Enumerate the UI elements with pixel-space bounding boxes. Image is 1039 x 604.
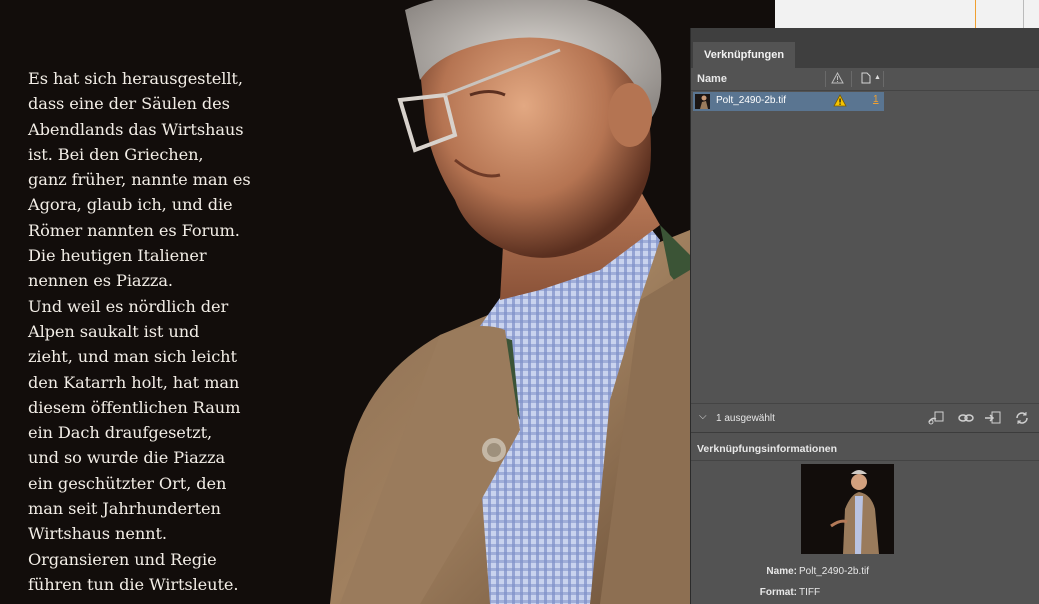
- link-row[interactable]: Polt_2490-2b.tif 1: [693, 92, 884, 111]
- info-format-label: Format:: [759, 587, 797, 598]
- divider: [691, 460, 1039, 461]
- chevron-down-icon[interactable]: ⌵: [699, 411, 707, 422]
- modified-warning-icon[interactable]: [833, 94, 847, 110]
- link-info-header[interactable]: Verknüpfungsinformationen: [691, 438, 1039, 461]
- margin-guide: [975, 0, 976, 28]
- info-name-value: Polt_2490-2b.tif: [799, 566, 870, 577]
- tab-links[interactable]: Verknüpfungen: [693, 42, 796, 68]
- name-column-header[interactable]: Name: [697, 73, 727, 85]
- link-filename: Polt_2490-2b.tif: [716, 95, 787, 106]
- panel-tab-bar: Verknüpfungen: [691, 28, 1039, 68]
- info-format-value: TIFF: [799, 587, 821, 598]
- links-panel: Verknüpfungen Name ▲ Polt_2490-2b.tif 1 …: [690, 28, 1039, 604]
- link-thumbnail: [695, 94, 710, 109]
- update-link-icon[interactable]: [1013, 410, 1031, 426]
- pasteboard-strip: [775, 0, 1039, 28]
- selection-count: 1 ausgewählt: [716, 413, 775, 424]
- page-number-link[interactable]: 1: [873, 94, 879, 105]
- page-edge: [1023, 0, 1024, 28]
- link-info-title: Verknüpfungsinformationen: [697, 443, 838, 455]
- go-to-link-icon[interactable]: [984, 410, 1002, 426]
- page-column-icon[interactable]: [861, 72, 871, 87]
- relink-icon[interactable]: [957, 410, 975, 426]
- document-canvas: Es hat sich herausgestellt, dass eine de…: [0, 0, 775, 604]
- quote-text: Es hat sich herausgestellt, dass eine de…: [28, 69, 251, 594]
- links-status-bar: ⌵ 1 ausgewählt: [691, 403, 1039, 433]
- relink-from-cc-icon[interactable]: [927, 410, 945, 426]
- sort-ascending-icon: ▲: [874, 74, 881, 81]
- column-divider: [851, 71, 852, 87]
- column-header: Name ▲: [691, 68, 1039, 91]
- column-divider: [825, 71, 826, 87]
- column-divider: [883, 71, 884, 87]
- status-column-warning-icon[interactable]: [831, 71, 844, 87]
- link-preview-image: [801, 464, 894, 554]
- info-name-label: Name:: [766, 566, 797, 577]
